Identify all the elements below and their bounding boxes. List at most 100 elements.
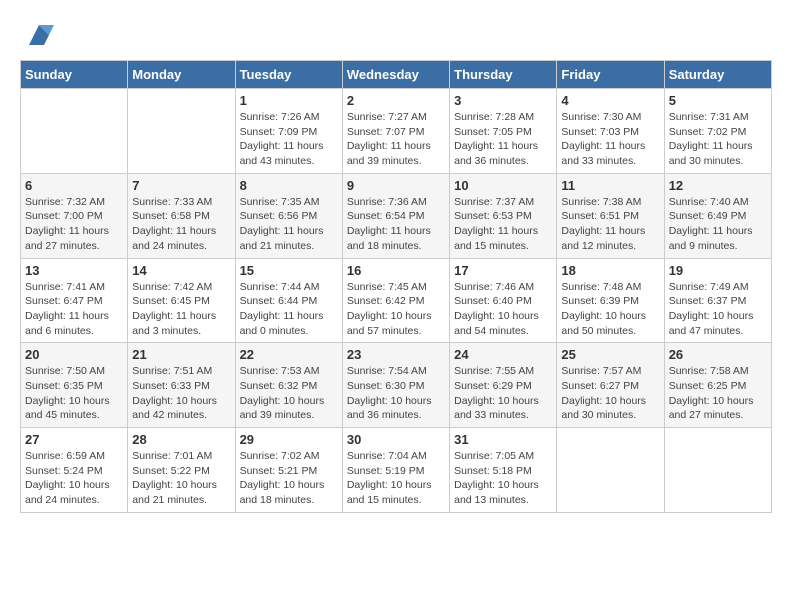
day-info: Sunrise: 7:48 AM Sunset: 6:39 PM Dayligh… (561, 280, 659, 339)
day-number: 11 (561, 178, 659, 193)
day-info: Sunrise: 6:59 AM Sunset: 5:24 PM Dayligh… (25, 449, 123, 508)
calendar-week-row: 13 Sunrise: 7:41 AM Sunset: 6:47 PM Dayli… (21, 258, 772, 343)
calendar-cell (664, 428, 771, 513)
day-number: 27 (25, 432, 123, 447)
day-number: 21 (132, 347, 230, 362)
calendar-cell: 23 Sunrise: 7:54 AM Sunset: 6:30 PM Dayli… (342, 343, 449, 428)
calendar-header-row: SundayMondayTuesdayWednesdayThursdayFrid… (21, 61, 772, 89)
calendar-cell: 4 Sunrise: 7:30 AM Sunset: 7:03 PM Daylig… (557, 89, 664, 174)
calendar-cell: 21 Sunrise: 7:51 AM Sunset: 6:33 PM Dayli… (128, 343, 235, 428)
calendar-cell: 22 Sunrise: 7:53 AM Sunset: 6:32 PM Dayli… (235, 343, 342, 428)
day-info: Sunrise: 7:58 AM Sunset: 6:25 PM Dayligh… (669, 364, 767, 423)
weekday-header: Saturday (664, 61, 771, 89)
weekday-header: Sunday (21, 61, 128, 89)
day-number: 29 (240, 432, 338, 447)
day-number: 1 (240, 93, 338, 108)
day-number: 30 (347, 432, 445, 447)
calendar-cell (557, 428, 664, 513)
day-info: Sunrise: 7:01 AM Sunset: 5:22 PM Dayligh… (132, 449, 230, 508)
day-info: Sunrise: 7:26 AM Sunset: 7:09 PM Dayligh… (240, 110, 338, 169)
day-number: 4 (561, 93, 659, 108)
calendar-cell: 10Sunrise: 7:37 AM Sunset: 6:53 PM Dayli… (450, 173, 557, 258)
calendar-cell: 6 Sunrise: 7:32 AM Sunset: 7:00 PM Daylig… (21, 173, 128, 258)
calendar-cell: 30 Sunrise: 7:04 AM Sunset: 5:19 PM Dayli… (342, 428, 449, 513)
calendar-cell: 7 Sunrise: 7:33 AM Sunset: 6:58 PM Daylig… (128, 173, 235, 258)
calendar-cell: 12 Sunrise: 7:40 AM Sunset: 6:49 PM Dayli… (664, 173, 771, 258)
day-info: Sunrise: 7:28 AM Sunset: 7:05 PM Dayligh… (454, 110, 552, 169)
calendar-cell: 24Sunrise: 7:55 AM Sunset: 6:29 PM Dayli… (450, 343, 557, 428)
day-info: Sunrise: 7:02 AM Sunset: 5:21 PM Dayligh… (240, 449, 338, 508)
calendar-cell: 29 Sunrise: 7:02 AM Sunset: 5:21 PM Dayli… (235, 428, 342, 513)
day-number: 17 (454, 263, 552, 278)
day-info: Sunrise: 7:33 AM Sunset: 6:58 PM Dayligh… (132, 195, 230, 254)
calendar-week-row: 1 Sunrise: 7:26 AM Sunset: 7:09 PM Daylig… (21, 89, 772, 174)
calendar-week-row: 27 Sunrise: 6:59 AM Sunset: 5:24 PM Dayli… (21, 428, 772, 513)
day-info: Sunrise: 7:04 AM Sunset: 5:19 PM Dayligh… (347, 449, 445, 508)
calendar-cell: 14 Sunrise: 7:42 AM Sunset: 6:45 PM Dayli… (128, 258, 235, 343)
day-number: 23 (347, 347, 445, 362)
day-info: Sunrise: 7:57 AM Sunset: 6:27 PM Dayligh… (561, 364, 659, 423)
day-info: Sunrise: 7:50 AM Sunset: 6:35 PM Dayligh… (25, 364, 123, 423)
day-number: 3 (454, 93, 552, 108)
calendar-cell: 16 Sunrise: 7:45 AM Sunset: 6:42 PM Dayli… (342, 258, 449, 343)
calendar-cell: 17 Sunrise: 7:46 AM Sunset: 6:40 PM Dayli… (450, 258, 557, 343)
day-number: 22 (240, 347, 338, 362)
calendar-cell: 8Sunrise: 7:35 AM Sunset: 6:56 PM Daylig… (235, 173, 342, 258)
day-info: Sunrise: 7:30 AM Sunset: 7:03 PM Dayligh… (561, 110, 659, 169)
day-number: 5 (669, 93, 767, 108)
day-number: 2 (347, 93, 445, 108)
day-number: 25 (561, 347, 659, 362)
day-info: Sunrise: 7:54 AM Sunset: 6:30 PM Dayligh… (347, 364, 445, 423)
day-info: Sunrise: 7:44 AM Sunset: 6:44 PM Dayligh… (240, 280, 338, 339)
calendar-cell: 25 Sunrise: 7:57 AM Sunset: 6:27 PM Dayli… (557, 343, 664, 428)
day-number: 28 (132, 432, 230, 447)
day-info: Sunrise: 7:49 AM Sunset: 6:37 PM Dayligh… (669, 280, 767, 339)
day-info: Sunrise: 7:35 AM Sunset: 6:56 PM Dayligh… (240, 195, 338, 254)
day-number: 19 (669, 263, 767, 278)
day-number: 20 (25, 347, 123, 362)
day-number: 6 (25, 178, 123, 193)
day-info: Sunrise: 7:27 AM Sunset: 7:07 PM Dayligh… (347, 110, 445, 169)
day-number: 18 (561, 263, 659, 278)
day-info: Sunrise: 7:40 AM Sunset: 6:49 PM Dayligh… (669, 195, 767, 254)
day-info: Sunrise: 7:05 AM Sunset: 5:18 PM Dayligh… (454, 449, 552, 508)
calendar-week-row: 20 Sunrise: 7:50 AM Sunset: 6:35 PM Dayli… (21, 343, 772, 428)
day-info: Sunrise: 7:46 AM Sunset: 6:40 PM Dayligh… (454, 280, 552, 339)
weekday-header: Wednesday (342, 61, 449, 89)
day-info: Sunrise: 7:55 AM Sunset: 6:29 PM Dayligh… (454, 364, 552, 423)
calendar-cell: 31Sunrise: 7:05 AM Sunset: 5:18 PM Dayli… (450, 428, 557, 513)
day-number: 15 (240, 263, 338, 278)
day-info: Sunrise: 7:41 AM Sunset: 6:47 PM Dayligh… (25, 280, 123, 339)
day-info: Sunrise: 7:51 AM Sunset: 6:33 PM Dayligh… (132, 364, 230, 423)
weekday-header: Friday (557, 61, 664, 89)
calendar-cell: 13 Sunrise: 7:41 AM Sunset: 6:47 PM Dayli… (21, 258, 128, 343)
page-header (20, 20, 772, 50)
calendar-cell: 18 Sunrise: 7:48 AM Sunset: 6:39 PM Dayli… (557, 258, 664, 343)
day-info: Sunrise: 7:42 AM Sunset: 6:45 PM Dayligh… (132, 280, 230, 339)
calendar-cell: 27 Sunrise: 6:59 AM Sunset: 5:24 PM Dayli… (21, 428, 128, 513)
day-number: 14 (132, 263, 230, 278)
calendar-cell: 11 Sunrise: 7:38 AM Sunset: 6:51 PM Dayli… (557, 173, 664, 258)
day-number: 12 (669, 178, 767, 193)
weekday-header: Tuesday (235, 61, 342, 89)
day-number: 26 (669, 347, 767, 362)
calendar-table: SundayMondayTuesdayWednesdayThursdayFrid… (20, 60, 772, 513)
logo-icon (24, 20, 54, 50)
day-number: 7 (132, 178, 230, 193)
day-info: Sunrise: 7:53 AM Sunset: 6:32 PM Dayligh… (240, 364, 338, 423)
calendar-cell (21, 89, 128, 174)
calendar-week-row: 6 Sunrise: 7:32 AM Sunset: 7:00 PM Daylig… (21, 173, 772, 258)
day-info: Sunrise: 7:38 AM Sunset: 6:51 PM Dayligh… (561, 195, 659, 254)
calendar-cell: 3 Sunrise: 7:28 AM Sunset: 7:05 PM Daylig… (450, 89, 557, 174)
day-info: Sunrise: 7:32 AM Sunset: 7:00 PM Dayligh… (25, 195, 123, 254)
calendar-cell: 20 Sunrise: 7:50 AM Sunset: 6:35 PM Dayli… (21, 343, 128, 428)
day-info: Sunrise: 7:45 AM Sunset: 6:42 PM Dayligh… (347, 280, 445, 339)
day-number: 13 (25, 263, 123, 278)
day-number: 16 (347, 263, 445, 278)
logo (20, 20, 54, 50)
weekday-header: Thursday (450, 61, 557, 89)
day-number: 9 (347, 178, 445, 193)
weekday-header: Monday (128, 61, 235, 89)
calendar-cell: 1 Sunrise: 7:26 AM Sunset: 7:09 PM Daylig… (235, 89, 342, 174)
calendar-cell: 15 Sunrise: 7:44 AM Sunset: 6:44 PM Dayli… (235, 258, 342, 343)
